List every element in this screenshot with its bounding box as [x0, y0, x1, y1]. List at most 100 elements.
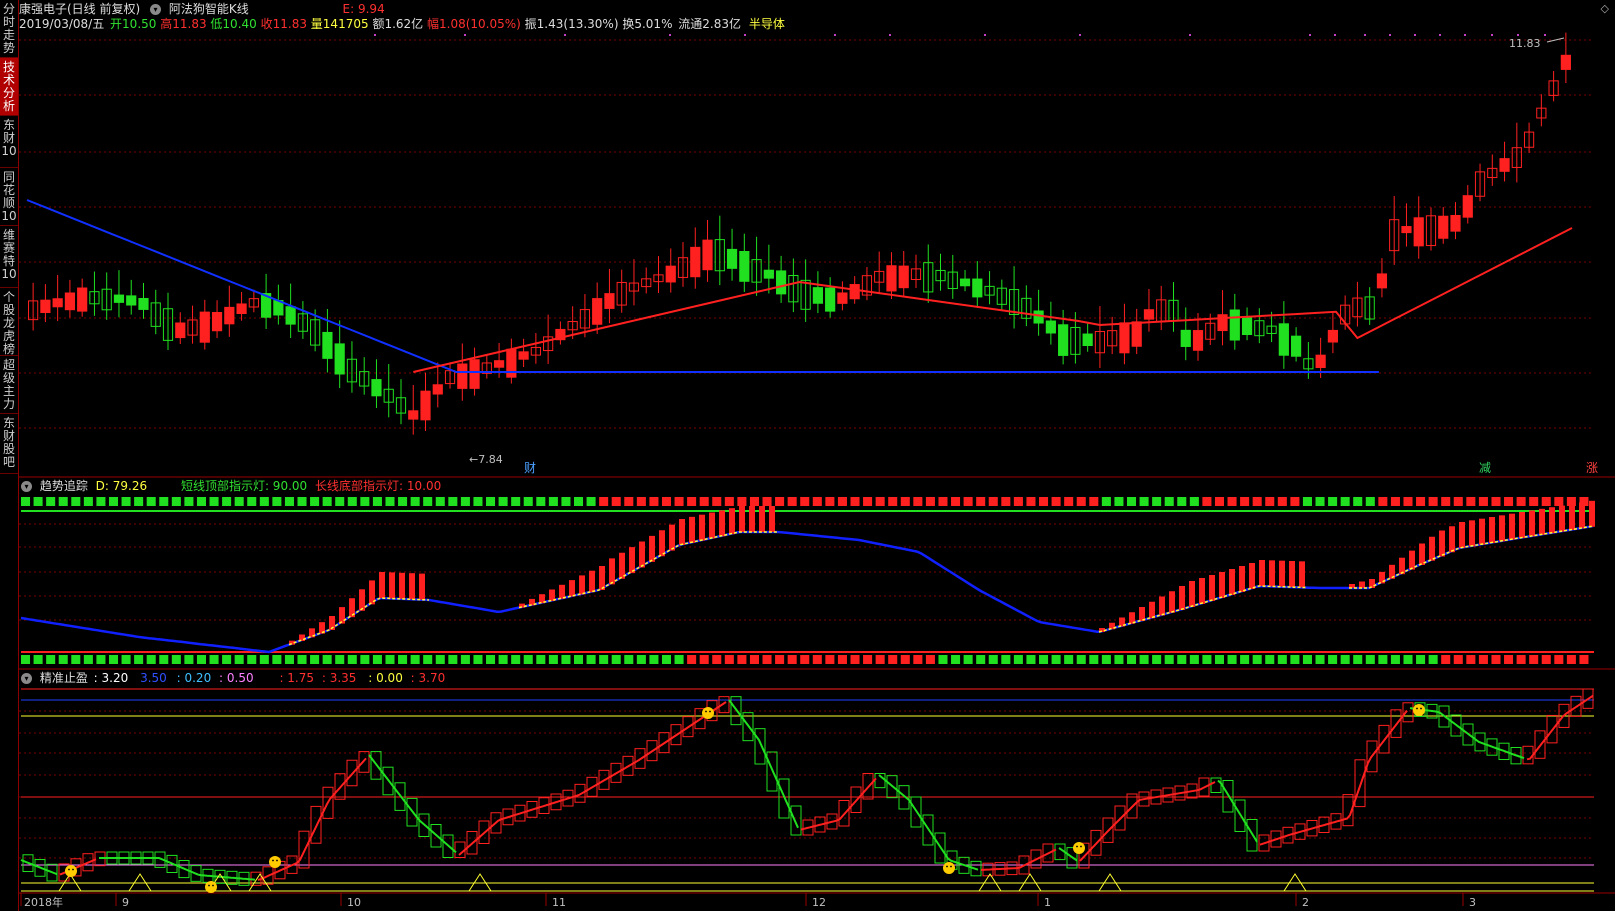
sidebar-tab-gegu[interactable]: 个股龙虎榜 — [0, 288, 18, 356]
chevron-down-icon[interactable]: ▾ — [21, 673, 32, 684]
signal-square — [259, 655, 269, 664]
trend-bar — [1519, 512, 1525, 538]
signal-square — [21, 497, 31, 506]
signal-square — [33, 497, 43, 506]
candle-body — [1241, 316, 1253, 336]
turnover-value: 换5.01% — [622, 17, 673, 31]
sidebar-tab-jishu[interactable]: 技术分析 — [0, 58, 18, 116]
candle-body — [837, 292, 848, 304]
trend-bar — [759, 506, 765, 532]
signal-square — [247, 655, 257, 664]
stop-value-5: : 1.75 — [279, 671, 315, 685]
signal-square — [548, 655, 558, 664]
signal-square — [548, 497, 558, 506]
trend-bar — [409, 573, 415, 600]
trend-bar — [1189, 581, 1195, 607]
chevron-down-icon[interactable]: ▾ — [21, 481, 32, 492]
candle-body — [1450, 215, 1461, 232]
candle-body — [408, 410, 419, 420]
signal-square — [963, 655, 973, 664]
signal-square — [347, 655, 357, 664]
signal-square — [850, 497, 860, 506]
sidebar-tab-fenshi[interactable]: 分时走势 — [0, 0, 18, 58]
signal-square — [561, 655, 571, 664]
signal-square — [674, 655, 684, 664]
signal-square — [1114, 497, 1124, 506]
candle-body — [52, 298, 63, 308]
ma-red-line — [413, 227, 1573, 373]
signal-square — [385, 497, 395, 506]
signal-square — [272, 655, 282, 664]
candle-body — [432, 384, 443, 395]
candle-body — [1327, 329, 1338, 343]
signal-square — [674, 497, 684, 506]
sidebar-tab-weisaite10[interactable]: 维赛特10 — [0, 226, 18, 288]
trend-panel-name[interactable]: 趋势追踪 — [40, 479, 88, 493]
float-value: 流通2.83亿 — [678, 17, 742, 31]
change-value: 幅1.08(10.05%) — [427, 17, 521, 31]
signal-square — [762, 497, 772, 506]
sidebar-tab-dongcai10[interactable]: 东财10 — [0, 116, 18, 168]
face-icon — [1073, 842, 1085, 854]
signal-square — [372, 497, 382, 506]
chevron-down-icon[interactable]: ▾ — [150, 4, 162, 15]
signal-square — [1403, 497, 1413, 506]
signal-square — [724, 497, 734, 506]
event-marker: 财 — [524, 461, 536, 475]
top-dot — [744, 34, 746, 36]
signal-square — [71, 655, 81, 664]
signal-square — [775, 497, 785, 506]
sidebar-tab-chaoji[interactable]: 超级主力 — [0, 356, 18, 414]
top-dot — [374, 34, 376, 36]
collapse-icon[interactable]: ◇ — [1601, 2, 1609, 15]
sidebar-tab-tonghuashun10[interactable]: 同花顺10 — [0, 168, 18, 226]
signal-square — [1051, 497, 1061, 506]
signal-square — [1302, 655, 1312, 664]
signal-square — [310, 655, 320, 664]
signal-square — [812, 497, 822, 506]
candle-body — [224, 306, 235, 325]
signal-square — [234, 655, 244, 664]
signal-square — [636, 497, 646, 506]
signal-square — [712, 497, 722, 506]
trend-bar — [1289, 561, 1295, 587]
e-label: E: 9.94 — [342, 2, 385, 16]
signal-square — [1076, 497, 1086, 506]
stop-panel-header: ▾ 精准止盈 : 3.20 3.50 : 0.20 : 0.50 : 1.75 … — [19, 670, 449, 686]
signal-square — [322, 497, 332, 506]
signal-square — [1164, 497, 1174, 506]
sidebar-tab-guba[interactable]: 东财股吧 — [0, 414, 18, 474]
signal-square — [372, 655, 382, 664]
signal-square — [46, 655, 56, 664]
signal-square — [875, 497, 885, 506]
signal-square — [913, 497, 923, 506]
candle-body — [1462, 195, 1473, 218]
candle-body — [1401, 226, 1412, 234]
signal-square — [297, 497, 307, 506]
signal-square — [561, 497, 571, 506]
signal-square — [573, 655, 584, 664]
event-marker: 减 — [1479, 461, 1491, 475]
signal-square — [1013, 497, 1023, 506]
signal-square — [1202, 655, 1212, 664]
signal-square — [385, 655, 395, 664]
signal-square — [108, 497, 119, 506]
indicator-name[interactable]: 阿法狗智能K线 — [169, 2, 249, 16]
signal-square — [1290, 655, 1300, 664]
signal-square — [1039, 497, 1049, 506]
stop-box — [754, 728, 766, 765]
top-dot — [669, 34, 671, 36]
signal-square — [1026, 497, 1036, 506]
signal-square — [938, 497, 948, 506]
candle-body — [469, 359, 480, 389]
signal-square — [1152, 497, 1162, 506]
trend-bar — [679, 519, 685, 545]
signal-square — [196, 655, 207, 664]
signal-square — [83, 497, 93, 506]
signal-square — [1378, 655, 1388, 664]
stop-panel-name[interactable]: 精准止盈 — [40, 671, 88, 685]
signal-square — [1579, 655, 1589, 664]
signal-square — [460, 497, 470, 506]
signal-square — [913, 655, 923, 664]
candle-body — [1278, 323, 1289, 356]
